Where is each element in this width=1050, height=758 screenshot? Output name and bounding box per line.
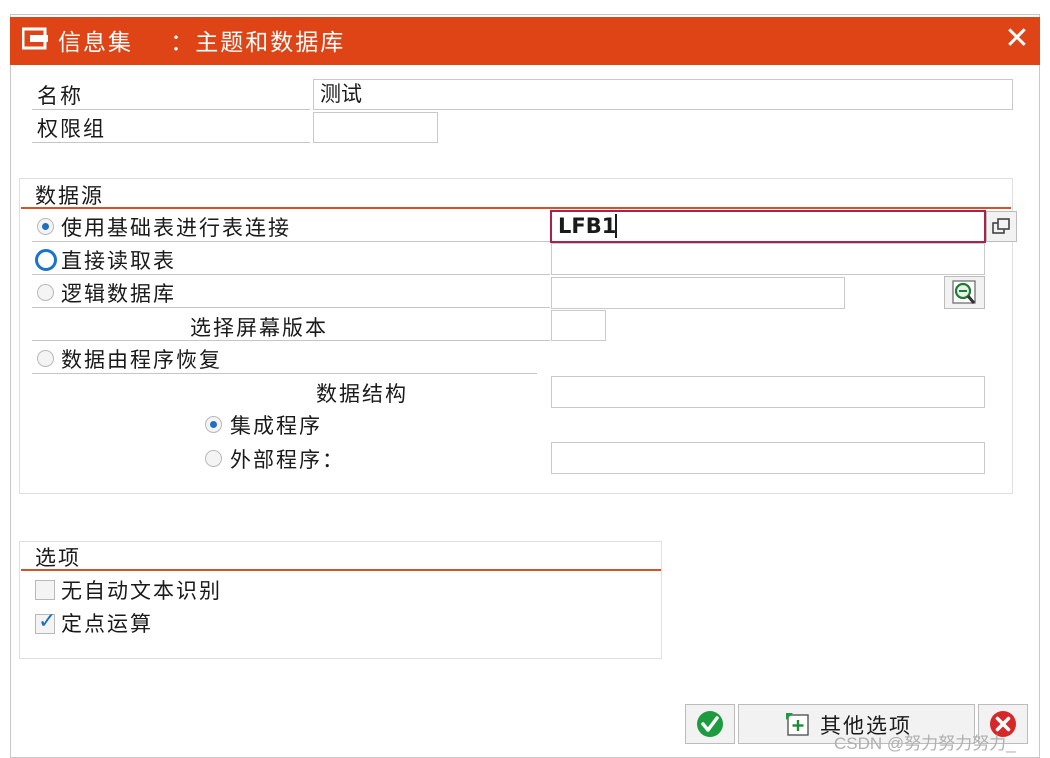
add-list-icon bbox=[786, 713, 809, 736]
external-program-radio[interactable] bbox=[205, 450, 222, 467]
program-underline bbox=[32, 373, 537, 374]
selection-screen-label: 选择屏幕版本 bbox=[190, 316, 328, 340]
fixed-point-label: 定点运算 bbox=[61, 612, 153, 636]
fixed-point-checkbox[interactable]: ✓ bbox=[35, 609, 56, 634]
data-structure-field[interactable] bbox=[551, 376, 985, 408]
logical-db-search-button[interactable] bbox=[944, 276, 985, 309]
logical-db-label: 逻辑数据库 bbox=[61, 282, 176, 306]
name-field[interactable]: 测试 bbox=[313, 79, 1013, 110]
table-join-label: 使用基础表进行表连接 bbox=[61, 216, 291, 240]
selection-screen-underline bbox=[32, 340, 550, 341]
logical-db-underline bbox=[32, 307, 550, 308]
text-cursor bbox=[615, 214, 617, 238]
value-help-button[interactable] bbox=[986, 211, 1017, 242]
auth-group-label-underline bbox=[32, 142, 310, 143]
confirm-button[interactable] bbox=[685, 704, 735, 744]
name-label-underline bbox=[32, 109, 310, 110]
data-source-title: 数据源 bbox=[35, 184, 104, 208]
name-label: 名称 bbox=[37, 84, 83, 108]
program-radio[interactable] bbox=[37, 350, 54, 367]
no-auto-text-checkbox[interactable] bbox=[35, 580, 55, 600]
table-join-radio[interactable] bbox=[37, 218, 54, 235]
external-program-field[interactable] bbox=[551, 442, 985, 474]
integrated-program-radio[interactable] bbox=[205, 416, 222, 433]
direct-read-label: 直接读取表 bbox=[61, 249, 176, 273]
magnifier-icon bbox=[952, 280, 976, 304]
auth-group-field[interactable] bbox=[313, 112, 438, 143]
data-structure-label: 数据结构 bbox=[316, 382, 408, 406]
integrated-program-label: 集成程序 bbox=[230, 414, 322, 438]
logical-db-field[interactable] bbox=[551, 277, 845, 309]
direct-read-field[interactable] bbox=[551, 243, 985, 275]
window-title: 信息集 ：主题和数据库 bbox=[58, 30, 346, 56]
auth-group-label: 权限组 bbox=[37, 117, 106, 141]
external-program-label: 外部程序： bbox=[230, 448, 345, 472]
options-divider bbox=[21, 569, 661, 571]
menu-icon[interactable] bbox=[21, 27, 50, 51]
program-label: 数据由程序恢复 bbox=[61, 348, 222, 372]
table-join-underline bbox=[32, 241, 550, 242]
check-icon bbox=[697, 711, 723, 737]
data-source-divider bbox=[21, 207, 1011, 209]
watermark: CSDN @努力努力努力_ bbox=[834, 734, 1016, 753]
direct-read-underline bbox=[32, 274, 550, 275]
options-title: 选项 bbox=[35, 546, 81, 570]
no-auto-text-label: 无自动文本识别 bbox=[61, 579, 222, 603]
close-icon[interactable]: ✕ bbox=[1000, 22, 1034, 56]
selection-screen-field[interactable] bbox=[551, 310, 606, 341]
logical-db-radio[interactable] bbox=[37, 284, 54, 301]
checkmark-icon: ✓ bbox=[38, 609, 57, 634]
copy-icon bbox=[992, 218, 1010, 234]
direct-read-radio[interactable] bbox=[35, 249, 57, 271]
